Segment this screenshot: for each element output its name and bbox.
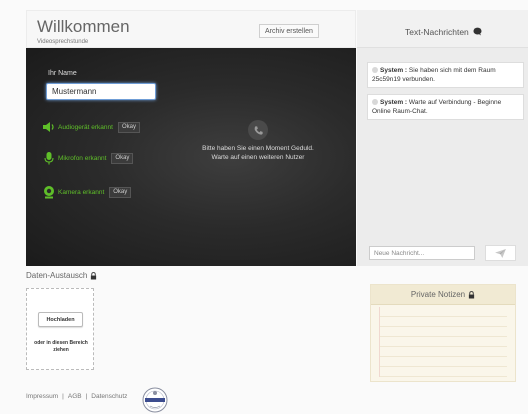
name-label: Ihr Name (48, 70, 77, 77)
camera-check-label: Kamera erkannt (58, 188, 105, 196)
lock-icon (469, 290, 475, 298)
lock-icon (91, 271, 97, 279)
send-button[interactable] (485, 245, 516, 261)
page-header: Willkommen Videosprechstunde Archiv erst… (26, 10, 356, 48)
certification-seal-icon (142, 387, 168, 413)
drop-hint: oder in diesen Bereich ziehen (34, 340, 88, 353)
waiting-message: Bitte haben Sie einen Moment Geduld. War… (202, 145, 314, 161)
speaker-icon (43, 122, 54, 132)
camera-okay-button[interactable]: Okay (109, 186, 132, 198)
mic-check-row: Mikrofon erkannt Okay (42, 151, 134, 165)
footer-link-impressum[interactable]: Impressum (26, 393, 58, 400)
chat-header: Text-Nachrichten (357, 10, 528, 48)
private-notes-textarea[interactable] (379, 307, 507, 377)
page-subtitle: Videosprechstunde (37, 39, 89, 45)
chat-messages-panel: System : Sie haben sich mit dem Raum 25c… (357, 48, 528, 266)
data-exchange-title: Daten-Austausch (26, 271, 97, 280)
audio-check-row: Audiogerät erkannt Okay (42, 120, 140, 134)
mic-okay-button[interactable]: Okay (111, 152, 134, 164)
file-drop-zone[interactable]: Hochladen oder in diesen Bereich ziehen (26, 288, 94, 370)
page-title: Willkommen (37, 17, 130, 36)
footer-links: Impressum | AGB | Datenschutz (26, 393, 128, 400)
chat-message: System : Sie haben sich mit dem Raum 25c… (367, 62, 524, 88)
speech-bubble-icon (473, 27, 482, 36)
status-icon (372, 99, 378, 105)
chat-message: System : Warte auf Verbindung - Beginne … (367, 94, 524, 120)
archive-button[interactable]: Archiv erstellen (259, 24, 319, 38)
private-notes-panel: Private Notizen (370, 284, 516, 382)
webcam-icon (44, 186, 54, 199)
upload-button[interactable]: Hochladen (38, 312, 83, 327)
video-panel: Ihr Name Audiogerät erkannt Okay Mikrofo… (26, 48, 356, 266)
chat-title: Text-Nachrichten (405, 27, 469, 37)
chat-message-input[interactable] (369, 246, 475, 260)
footer-link-datenschutz[interactable]: Datenschutz (91, 393, 127, 400)
status-icon (372, 67, 378, 73)
private-notes-title: Private Notizen (371, 285, 515, 305)
phone-icon (248, 120, 268, 140)
microphone-icon (44, 152, 54, 165)
mic-check-label: Mikrofon erkannt (58, 154, 107, 162)
audio-check-label: Audiogerät erkannt (58, 123, 113, 131)
camera-check-row: Kamera erkannt Okay (42, 185, 132, 199)
footer-link-agb[interactable]: AGB (68, 393, 82, 400)
paper-plane-icon (495, 248, 506, 258)
audio-okay-button[interactable]: Okay (117, 121, 140, 133)
name-input[interactable] (46, 83, 156, 100)
